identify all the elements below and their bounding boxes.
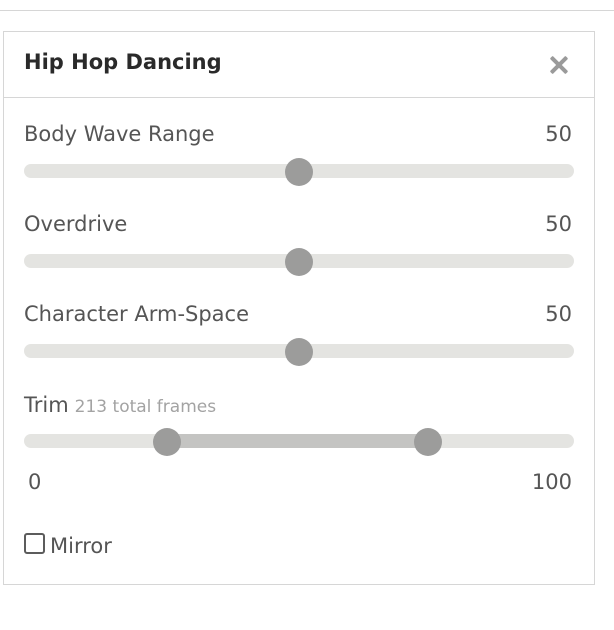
effect-panel: Hip Hop Dancing Body Wave Range 50 Overd… <box>3 31 595 585</box>
trim-max-label: 100 <box>531 470 572 494</box>
mirror-label: Mirror <box>50 534 112 558</box>
close-icon[interactable] <box>546 52 574 80</box>
body-wave-range-value: 50 <box>545 122 572 146</box>
body-wave-range-thumb[interactable] <box>285 158 313 186</box>
overdrive-slider[interactable] <box>24 248 574 276</box>
trim-range-slider[interactable] <box>24 428 574 456</box>
panel-header: Hip Hop Dancing <box>4 32 594 98</box>
trim-selected-range <box>167 434 429 448</box>
top-divider <box>0 10 614 11</box>
character-arm-space-thumb[interactable] <box>285 338 313 366</box>
body-wave-range-label: Body Wave Range <box>24 122 215 146</box>
mirror-toggle[interactable]: Mirror <box>24 529 112 558</box>
overdrive-label: Overdrive <box>24 212 128 236</box>
trim-end-thumb[interactable] <box>414 428 443 456</box>
panel-title: Hip Hop Dancing <box>24 50 222 74</box>
character-arm-space-slider[interactable] <box>24 338 574 366</box>
trim-start-thumb[interactable] <box>153 428 181 456</box>
body-wave-range-slider[interactable] <box>24 158 574 186</box>
trim-label: Trim <box>24 393 69 417</box>
mirror-checkbox[interactable] <box>24 533 45 554</box>
character-arm-space-value: 50 <box>545 302 572 326</box>
character-arm-space-label: Character Arm-Space <box>24 302 250 326</box>
trim-frame-count: 213 total frames <box>74 397 217 417</box>
trim-label-row: Trim 213 total frames <box>24 393 216 417</box>
overdrive-thumb[interactable] <box>285 248 313 276</box>
trim-min-label: 0 <box>28 470 42 494</box>
overdrive-value: 50 <box>545 212 572 236</box>
